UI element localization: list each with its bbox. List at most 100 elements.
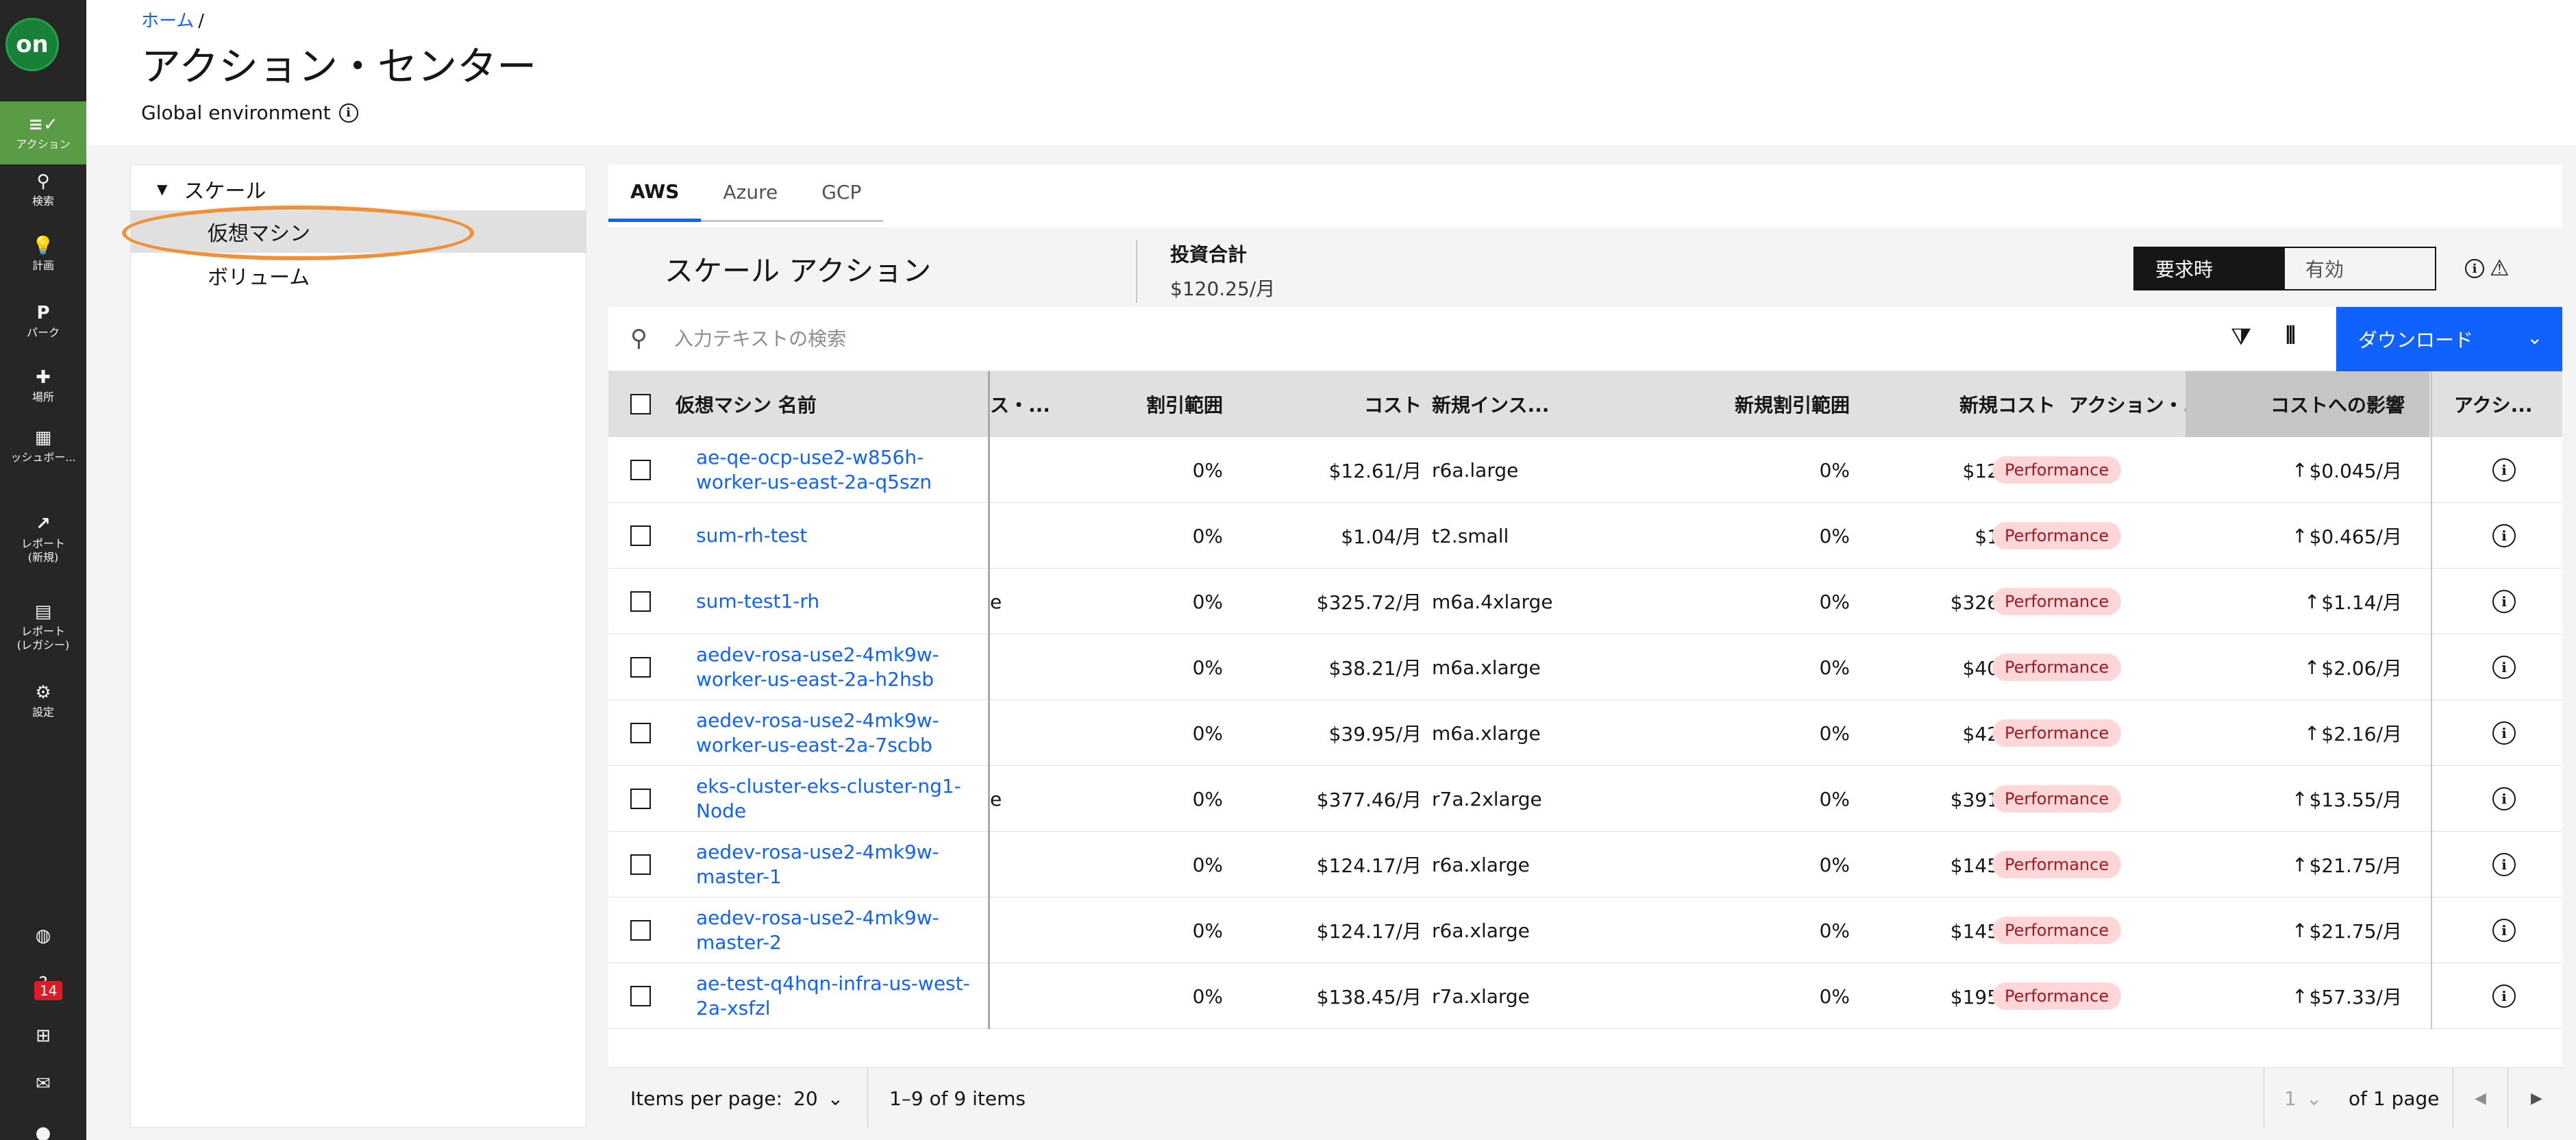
nav-item-search[interactable]: ⚲ 検索 <box>0 159 86 221</box>
items-per-page-select[interactable]: 20 ⌄ <box>793 1068 843 1128</box>
items-per-page-value: 20 <box>793 1087 818 1110</box>
discount-cell: 0% <box>1192 458 1223 482</box>
row-checkbox[interactable] <box>630 657 651 678</box>
nav-item-place[interactable]: ✚ 場所 <box>0 355 86 417</box>
info-icon[interactable]: i <box>2465 259 2484 278</box>
tree-node-scale[interactable]: ▼ スケール <box>131 168 586 210</box>
header-name[interactable]: 仮想マシン 名前 <box>608 371 988 437</box>
nav-item-label: 検索 <box>32 195 54 208</box>
nav-item-settings[interactable]: ⚙ 設定 <box>0 670 86 732</box>
cost-cell: $12.61/月 <box>1328 460 1422 482</box>
table-row[interactable]: aedev-rosa-use2-4mk9w-master-2 0% $124.17/… <box>608 897 2562 963</box>
tab-gcp[interactable]: GCP <box>800 164 884 222</box>
vm-name-cell: aedev-rosa-use2-4mk9w-master-1 <box>696 832 984 897</box>
info-icon[interactable]: i <box>338 103 358 123</box>
vm-name-link[interactable]: sum-rh-test <box>696 523 807 548</box>
truncated-cell: e <box>990 590 1002 613</box>
tree-node-virtual-machine[interactable]: 仮想マシン <box>131 210 586 253</box>
truncated-cell: e <box>990 787 1002 810</box>
filter-icon[interactable]: ⧩ <box>2231 323 2251 351</box>
tab-azure[interactable]: Azure <box>701 164 800 222</box>
toggle-effective[interactable]: 有効 <box>2285 248 2435 289</box>
chevron-down-icon[interactable]: ⌄ <box>2527 326 2542 349</box>
column-header-new-instance[interactable]: 新規インス... <box>1432 371 1631 437</box>
warning-icon[interactable]: ⚠ <box>2490 255 2510 281</box>
nav-item-label: 設定 <box>32 706 54 719</box>
column-header-actions[interactable]: アクシ... <box>2432 371 2562 437</box>
row-actions-cell: i <box>2492 503 2516 569</box>
table-row[interactable]: sum-rh-test0%$1.04/月t2.small0%$1.51/月Per… <box>608 503 2562 569</box>
breadcrumb-home[interactable]: ホーム <box>141 11 194 32</box>
nav-item-plan[interactable]: 💡 計画 <box>0 223 86 285</box>
nav-item-actions[interactable]: ≡✓ アクション <box>0 101 86 164</box>
cost-impact-cell: ↑ $21.75/月 <box>2185 897 2429 963</box>
vm-name-link[interactable]: aedev-rosa-use2-4mk9w-master-1 <box>696 840 939 889</box>
vm-name-link[interactable]: aedev-rosa-use2-4mk9w-worker-us-east-2a-… <box>696 643 939 692</box>
nav-item-reports-new[interactable]: ↗ レポート (新規) <box>0 501 86 577</box>
row-checkbox[interactable] <box>630 789 651 809</box>
column-header-discount[interactable]: 割引範囲 <box>1093 371 1223 437</box>
columns-icon[interactable]: ⦀ <box>2286 322 2296 349</box>
column-header-new-cost[interactable]: 新規コスト <box>1850 371 2055 437</box>
info-icon[interactable]: i <box>2492 853 2516 876</box>
cost-cell: $39.95/月 <box>1328 723 1422 745</box>
row-checkbox[interactable] <box>630 854 651 875</box>
info-icon[interactable]: i <box>2492 984 2516 1008</box>
table-row[interactable]: ae-qe-ocp-use2-w856h-worker-us-east-2a-q… <box>608 437 2562 503</box>
column-header-cost-impact[interactable]: コストへの影響 <box>2185 371 2429 437</box>
table-row[interactable]: sum-test1-rhe0%$325.72/月m6a.4xlarge0%$32… <box>608 569 2562 634</box>
info-icon[interactable]: i <box>2492 656 2516 679</box>
cost-impact-value: $2.16/月 <box>2321 723 2402 745</box>
column-header-new-discount[interactable]: 新規割引範囲 <box>1631 371 1850 437</box>
info-icon[interactable]: i <box>2492 787 2516 810</box>
user-icon[interactable]: ● <box>0 1113 86 1140</box>
next-page-icon[interactable]: ▶ <box>2531 1068 2542 1128</box>
vm-name-link[interactable]: aedev-rosa-use2-4mk9w-master-2 <box>696 906 939 955</box>
info-icon[interactable]: i <box>2492 721 2516 745</box>
vm-name-link[interactable]: eks-cluster-eks-cluster-ng1- Node <box>696 774 961 823</box>
previous-page-icon[interactable]: ◀ <box>2475 1068 2486 1128</box>
tab-aws[interactable]: AWS <box>608 164 702 222</box>
table-row[interactable]: ae-test-q4hqn-infra-us-west- 2a-xsfzl 0% $1… <box>608 963 2562 1029</box>
action-tag: Performance <box>1992 982 2122 1010</box>
vm-name-link[interactable]: ae-qe-ocp-use2-w856h-worker-us-east-2a-q… <box>696 445 932 495</box>
toggle-on-demand[interactable]: 要求時 <box>2135 248 2285 289</box>
page-select[interactable]: 1 ⌄ <box>2284 1068 2322 1128</box>
table-row[interactable]: aedev-rosa-use2-4mk9w-worker-us-east-2a-… <box>608 634 2562 700</box>
vm-name-link[interactable]: sum-test1-rh <box>696 589 819 614</box>
search-icon: ⚲ <box>630 325 647 352</box>
new-discount-cell: 0% <box>1819 590 1850 613</box>
globe-icon[interactable]: ◍ <box>0 915 86 956</box>
new-discount-cell: 0% <box>1819 458 1850 482</box>
logo[interactable]: on <box>5 18 59 71</box>
column-header-truncated[interactable]: ス・... <box>990 371 1093 437</box>
nav-item-reports-legacy[interactable]: ▤ レポート (レガシー) <box>0 589 86 665</box>
nav-item-dashboard[interactable]: ▦ ッシュボー... <box>0 415 86 477</box>
vm-name-cell: aedev-rosa-use2-4mk9w-master-2 <box>696 897 984 963</box>
select-all-checkbox[interactable] <box>630 394 651 414</box>
vm-name-link[interactable]: aedev-rosa-use2-4mk9w-worker-us-east-2a-… <box>696 708 939 758</box>
vm-name-link[interactable]: ae-test-q4hqn-infra-us-west- 2a-xsfzl <box>696 971 970 1021</box>
mail-icon[interactable]: ✉ <box>0 1063 86 1104</box>
info-icon[interactable]: i <box>2492 590 2516 613</box>
gift-icon[interactable]: ⊞ <box>0 1015 86 1056</box>
info-icon[interactable]: i <box>2492 458 2516 482</box>
row-checkbox[interactable] <box>630 525 651 546</box>
row-checkbox[interactable] <box>630 723 651 743</box>
table-row[interactable]: eks-cluster-eks-cluster-ng1- Node e 0% $377.… <box>608 766 2562 832</box>
search-input[interactable] <box>674 317 2044 360</box>
caret-down-icon[interactable]: ▼ <box>157 181 167 197</box>
info-icon[interactable]: i <box>2492 524 2516 547</box>
row-checkbox[interactable] <box>630 920 651 941</box>
row-checkbox[interactable] <box>630 986 651 1006</box>
info-icon[interactable]: i <box>2492 919 2516 942</box>
row-checkbox[interactable] <box>630 591 651 612</box>
table-row[interactable]: aedev-rosa-use2-4mk9w-master-1 0% $124.17/… <box>608 832 2562 897</box>
nav-item-park[interactable]: P パーク <box>0 290 86 352</box>
pagination: Items per page: 20 ⌄ 1–9 of 9 items 1 ⌄ … <box>608 1067 2562 1128</box>
tree-node-volume[interactable]: ボリューム <box>131 254 586 297</box>
row-checkbox[interactable] <box>630 460 651 480</box>
table-row[interactable]: aedev-rosa-use2-4mk9w-worker-us-east-2a-… <box>608 700 2562 766</box>
page-value: 1 <box>2284 1087 2296 1110</box>
column-header-cost[interactable]: コスト <box>1223 371 1422 437</box>
